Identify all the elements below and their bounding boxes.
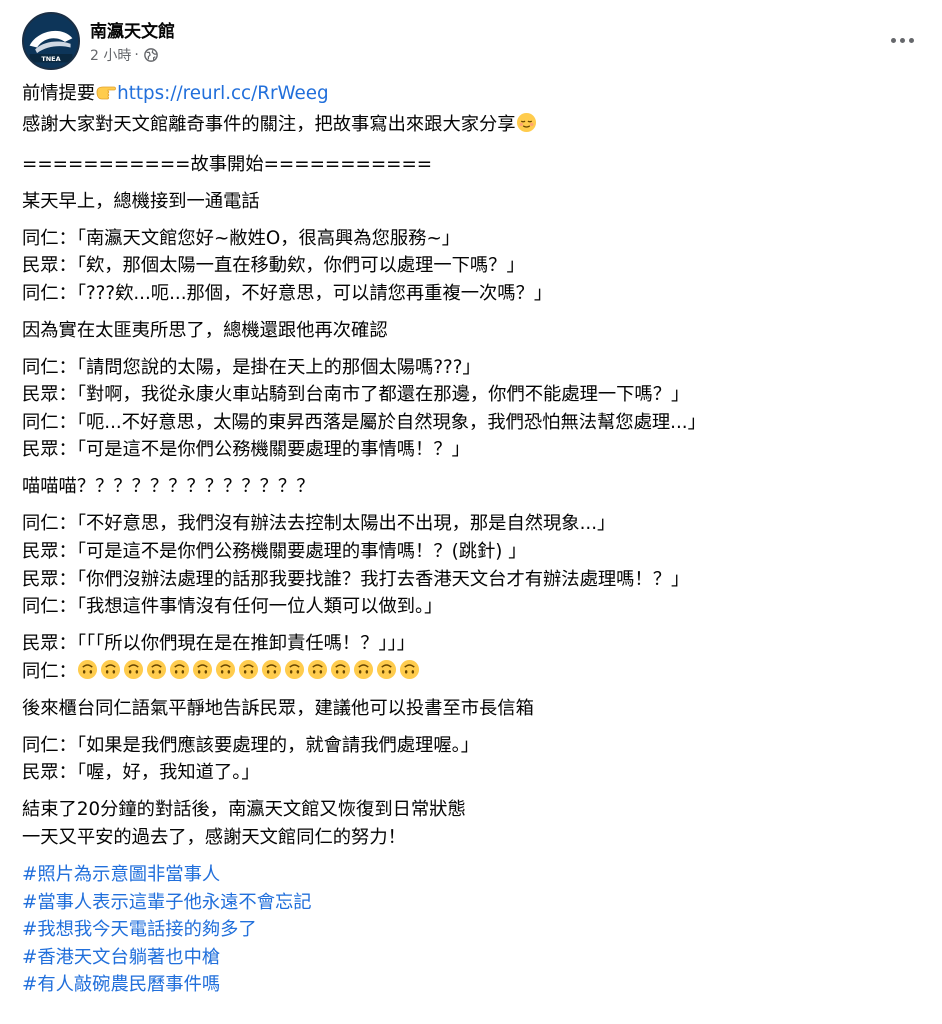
story-paragraph: 因為實在太匪夷所思了，總機還跟他再次確認 [22,317,922,345]
story-line: 喵喵喵？？？？？？？？？？？？？ [22,476,315,498]
ending-line: 後來櫃台同仁語氣平靜地告訴民眾，建議他可以投書至市長信箱 [22,697,534,719]
upside-down-face-icon [353,659,374,680]
story-paragraph: 同仁：「請問您說的太陽，是掛在天上的那個太陽嗎???」民眾：「對啊，我從永康火車… [22,354,922,464]
story-line: 同仁：「不好意思，我們沒有辦法去控制太陽出不出現，那是自然現象...」 [22,513,616,535]
intro-line-2: 感謝大家對天文館離奇事件的關注，把故事寫出來跟大家分享 [22,111,922,142]
story-divider: ===========故事開始=========== [22,153,433,175]
argument-paragraph: 民眾：「「「所以你們現在是在推卸責任嗎！？」」」 同仁： [22,630,922,685]
upside-down-face-icon [399,659,420,680]
story-line: 同仁：「我想這件事情沒有任何一位人類可以做到。」 [22,596,443,618]
post-meta: 2 小時 · [90,45,158,65]
avatar-text: TNEA [41,55,60,63]
upside-down-face-icon [307,659,328,680]
hashtag-link[interactable]: #有人敲碗農民曆事件嗎 [22,971,922,999]
ending-paragraph: 同仁：「如果是我們應該要處理的，就會請我們處理喔。」 民眾：「喔，好，我知道了。」 [22,732,922,787]
intro-link[interactable]: https://reurl.cc/RrWeeg [117,83,328,104]
upside-down-face-icon [215,659,236,680]
story-line: 因為實在太匪夷所思了，總機還跟他再次確認 [22,319,388,341]
hashtag-link[interactable]: #照片為示意圖非當事人 [22,861,922,889]
upside-down-face-icon [146,659,167,680]
story-line: 某天早上，總機接到一通電話 [22,190,260,212]
relieved-face-icon [516,112,537,142]
hashtag-link[interactable]: #當事人表示這輩子他永遠不會忘記 [22,889,922,917]
story-paragraph: 某天早上，總機接到一通電話 [22,188,922,216]
story-line: 民眾：「可是這不是你們公務機關要處理的事情嗎！？(跳針) 」 [22,541,527,563]
story-line: 同仁：「呃...不好意思，太陽的東昇西落是屬於自然現象，我們恐怕無法幫您處理..… [22,411,706,433]
argument-line-2: 同仁： [22,658,922,686]
globe-icon[interactable] [143,48,158,62]
story-paragraph: 同仁：「不好意思，我們沒有辦法去控制太陽出不出現，那是自然現象...」 民眾：「可… [22,510,922,620]
story-section: 某天早上，總機接到一通電話 同仁：「南瀛天文館您好~敝姓O，很高興為您服務~」 民眾… [22,188,922,621]
upside-down-face-row [77,659,420,680]
upside-down-face-icon [376,659,397,680]
story-paragraph: 同仁：「南瀛天文館您好~敝姓O，很高興為您服務~」民眾：「欸，那個太陽一直在移動… [22,225,922,308]
intro-line: 前情提要 https://reurl.cc/RrWeeg [22,80,922,111]
post-timestamp[interactable]: 2 小時 [90,45,131,65]
ending-line: 同仁：「如果是我們應該要處理的，就會請我們處理喔。」 [22,734,480,756]
upside-down-face-icon [192,659,213,680]
upside-down-face-icon [100,659,121,680]
ending-line: 一天又平安的過去了，感謝天文館同仁的努力！ [22,826,406,848]
astronomy-museum-logo-icon: TNEA [24,14,78,68]
story-paragraph: 喵喵喵？？？？？？？？？？？？？ [22,473,922,501]
ending-line: 結束了20分鐘的對話後，南瀛天文館又恢復到日常狀態 [22,799,466,821]
more-dots-icon [890,37,896,43]
intro-paragraph: 前情提要 https://reurl.cc/RrWeeg 感謝大家對天文館離奇事件… [22,80,922,141]
story-line: 民眾：「欸，那個太陽一直在移動欸，你們可以處理一下嗎？」 [22,255,525,277]
post-header: TNEA 南瀛天文館 2 小時 · [22,12,922,72]
ending-line: 民眾：「喔，好，我知道了。」 [22,762,260,784]
page-name-link[interactable]: 南瀛天文館 [90,17,175,42]
upside-down-face-icon [238,659,259,680]
pointing-right-hand-icon [95,80,117,111]
upside-down-face-icon [77,659,98,680]
story-line: 民眾：「可是這不是你們公務機關要處理的事情嗎！？」 [22,439,470,461]
more-options-button[interactable] [882,22,922,58]
post-body: 前情提要 https://reurl.cc/RrWeeg 感謝大家對天文館離奇事件… [22,80,922,999]
intro-prefix: 前情提要 [22,83,96,104]
story-line: 民眾：「你們沒辦法處理的話那我要找誰？我打去香港天文台才有辦法處理嗎！？」 [22,568,690,590]
upside-down-face-icon [169,659,190,680]
facebook-post: TNEA 南瀛天文館 2 小時 · 前情提要 https://reurl.cc/R… [0,0,942,1024]
avatar[interactable]: TNEA [22,12,80,70]
ending-paragraph: 結束了20分鐘的對話後，南瀛天文館又恢復到日常狀態 一天又平安的過去了，感謝天文館… [22,796,922,851]
ending-section: 後來櫃台同仁語氣平靜地告訴民眾，建議他可以投書至市長信箱 同仁：「如果是我們應該要… [22,695,922,852]
story-line: 同仁：「???欸...呃...那個，不好意思，可以請您再重複一次嗎？」 [22,282,553,304]
hashtag-link[interactable]: #香港天文台躺著也中槍 [22,944,922,972]
hashtag-list: #照片為示意圖非當事人 #當事人表示這輩子他永遠不會忘記 #我想我今天電話接的夠多了… [22,861,922,999]
upside-down-face-icon [330,659,351,680]
story-line: 同仁：「南瀛天文館您好~敝姓O，很高興為您服務~」 [22,227,461,249]
story-line: 民眾：「對啊，我從永康火車站騎到台南市了都還在那邊，你們不能處理一下嗎？」 [22,384,690,406]
upside-down-face-icon [261,659,282,680]
story-line: 同仁：「請問您說的太陽，是掛在天上的那個太陽嗎???」 [22,356,481,378]
meta-separator: · [134,47,139,63]
argument-line-1: 民眾：「「「所以你們現在是在推卸責任嗎！？」」」 [22,633,416,655]
ending-paragraph: 後來櫃台同仁語氣平靜地告訴民眾，建議他可以投書至市長信箱 [22,695,922,723]
upside-down-face-icon [284,659,305,680]
hashtag-link[interactable]: #我想我今天電話接的夠多了 [22,916,922,944]
upside-down-face-icon [123,659,144,680]
